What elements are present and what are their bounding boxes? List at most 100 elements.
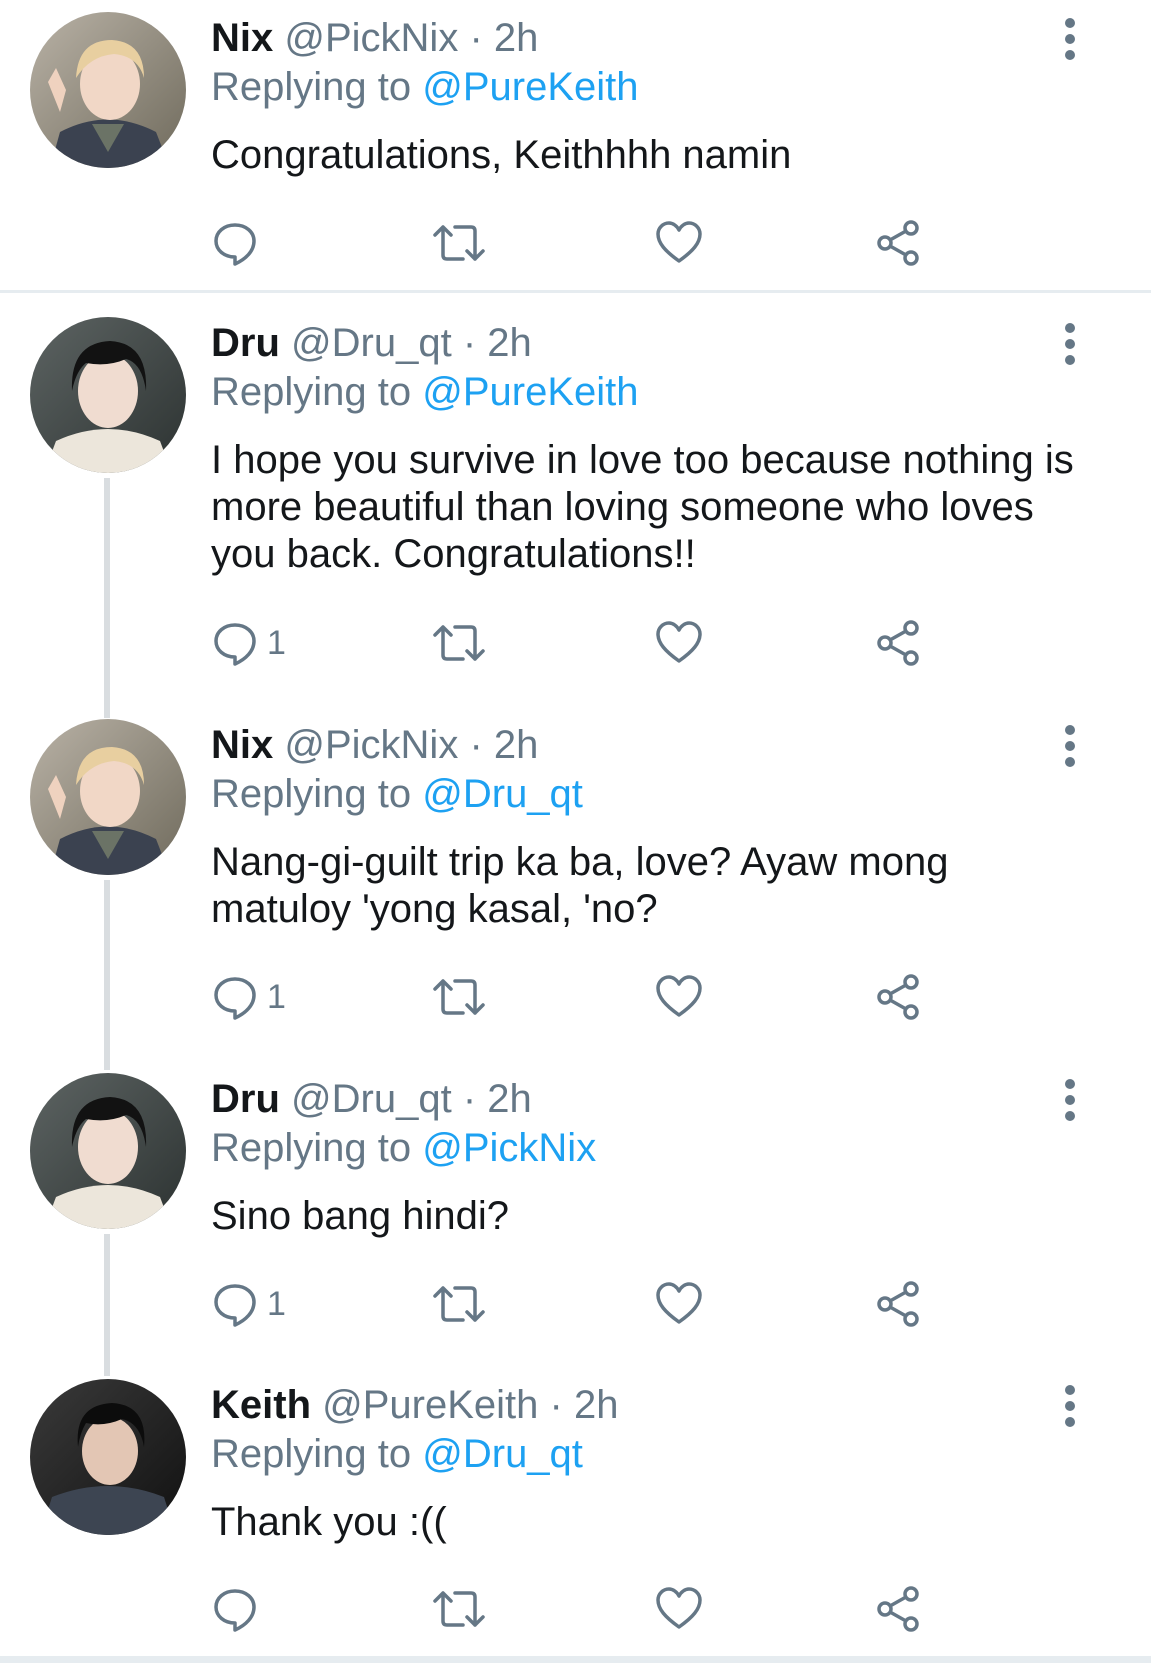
avatar-keith[interactable] [30, 1379, 186, 1535]
more-options-icon[interactable] [1057, 1382, 1083, 1430]
timestamp[interactable]: 2h [487, 321, 532, 365]
user-handle[interactable]: @PureKeith [322, 1383, 538, 1427]
heart-icon [656, 1282, 702, 1324]
share-icon [877, 1281, 919, 1327]
reply-icon [214, 1284, 256, 1327]
like-button[interactable] [655, 969, 703, 1025]
retweet-icon [433, 979, 485, 1015]
replying-to-link[interactable]: @PureKeith [422, 65, 638, 109]
tweet-text: Sino bang hindi? [211, 1194, 510, 1238]
display-name[interactable]: Dru [211, 321, 280, 365]
separator: · [469, 723, 483, 767]
like-button[interactable] [655, 615, 703, 671]
tweet-header: Keith @PureKeith · 2h [211, 1382, 618, 1428]
replying-to-label: Replying to [211, 1432, 412, 1476]
nix-avatar-image [30, 12, 186, 168]
dru-avatar-image [30, 317, 186, 473]
more-options-icon[interactable] [1057, 320, 1083, 368]
retweet-icon [433, 1591, 485, 1627]
reply-button[interactable]: 1 [211, 1276, 286, 1332]
user-handle[interactable]: @PickNix [284, 16, 458, 60]
more-options-icon[interactable] [1057, 722, 1083, 770]
like-button[interactable] [655, 215, 703, 271]
share-button[interactable] [875, 1581, 923, 1637]
more-options-icon[interactable] [1057, 15, 1083, 63]
tweet-actions [211, 215, 941, 271]
timestamp[interactable]: 2h [574, 1383, 619, 1427]
tweet[interactable]: Nix @PickNix · 2h Replying to @PureKeith… [0, 0, 1151, 290]
avatar-dru[interactable] [30, 317, 186, 473]
retweet-button[interactable] [431, 1276, 487, 1332]
tweet-header: Nix @PickNix · 2h [211, 722, 538, 768]
retweet-button[interactable] [431, 1581, 487, 1637]
reply-button[interactable]: 1 [211, 969, 286, 1025]
tweet-actions: 1 [211, 1276, 941, 1332]
retweet-button[interactable] [431, 215, 487, 271]
separator: · [469, 16, 483, 60]
reply-button[interactable] [211, 1581, 267, 1637]
avatar-nix[interactable] [30, 12, 186, 168]
display-name[interactable]: Nix [211, 16, 273, 60]
replying-to-link[interactable]: @PureKeith [422, 370, 638, 414]
share-icon [877, 220, 919, 266]
share-button[interactable] [875, 615, 923, 671]
replying-to-label: Replying to [211, 65, 412, 109]
display-name[interactable]: Keith [211, 1383, 311, 1427]
reply-count: 1 [267, 623, 286, 662]
replying-to-link[interactable]: @Dru_qt [422, 1432, 583, 1476]
tweet-actions: 1 [211, 969, 941, 1025]
tweet-text: Nang-gi-guilt trip ka ba, love? Ayaw mon… [211, 840, 949, 931]
tweet-actions [211, 1581, 941, 1637]
reply-count: 1 [267, 1284, 286, 1323]
heart-icon [656, 975, 702, 1017]
reply-icon [214, 623, 256, 666]
share-button[interactable] [875, 215, 923, 271]
replying-to-label: Replying to [211, 772, 412, 816]
tweet[interactable]: Dru @Dru_qt · 2h Replying to @PureKeith … [0, 305, 1151, 700]
separator: · [462, 321, 477, 365]
reply-count: 1 [267, 977, 286, 1016]
tweet-actions: 1 [211, 615, 941, 671]
share-icon [877, 620, 919, 666]
like-button[interactable] [655, 1276, 703, 1332]
timestamp[interactable]: 2h [494, 16, 539, 60]
more-options-icon[interactable] [1057, 1076, 1083, 1124]
retweet-icon [433, 625, 485, 661]
replying-to: Replying to @PureKeith [211, 64, 639, 110]
heart-icon [656, 1587, 702, 1629]
replying-to: Replying to @PickNix [211, 1125, 596, 1171]
replying-to-link[interactable]: @PickNix [422, 1126, 596, 1170]
retweet-button[interactable] [431, 969, 487, 1025]
display-name[interactable]: Nix [211, 723, 273, 767]
timestamp[interactable]: 2h [494, 723, 539, 767]
reply-button[interactable] [211, 215, 267, 271]
reply-icon [214, 223, 256, 266]
bottom-divider [0, 1656, 1151, 1663]
like-button[interactable] [655, 1581, 703, 1637]
avatar-dru[interactable] [30, 1073, 186, 1229]
reply-icon [214, 1589, 256, 1632]
tweet[interactable]: Keith @PureKeith · 2h Replying to @Dru_q… [0, 1367, 1151, 1656]
user-handle[interactable]: @PickNix [284, 723, 458, 767]
separator: · [549, 1383, 563, 1427]
user-handle[interactable]: @Dru_qt [291, 321, 452, 365]
tweet[interactable]: Nix @PickNix · 2h Replying to @Dru_qt Na… [0, 707, 1151, 1052]
heart-icon [656, 621, 702, 663]
tweet-text: Congratulations, Keithhhh namin [211, 133, 792, 177]
share-button[interactable] [875, 1276, 923, 1332]
share-button[interactable] [875, 969, 923, 1025]
reply-button[interactable]: 1 [211, 615, 286, 671]
tweet-divider [0, 290, 1151, 293]
separator: · [462, 1077, 477, 1121]
timestamp[interactable]: 2h [487, 1077, 532, 1121]
avatar-nix[interactable] [30, 719, 186, 875]
tweet[interactable]: Dru @Dru_qt · 2h Replying to @PickNix Si… [0, 1061, 1151, 1361]
user-handle[interactable]: @Dru_qt [291, 1077, 452, 1121]
replying-to-label: Replying to [211, 1126, 412, 1170]
heart-icon [656, 221, 702, 263]
replying-to: Replying to @Dru_qt [211, 771, 583, 817]
display-name[interactable]: Dru [211, 1077, 280, 1121]
tweet-header: Nix @PickNix · 2h [211, 15, 538, 61]
retweet-button[interactable] [431, 615, 487, 671]
replying-to-link[interactable]: @Dru_qt [422, 772, 583, 816]
